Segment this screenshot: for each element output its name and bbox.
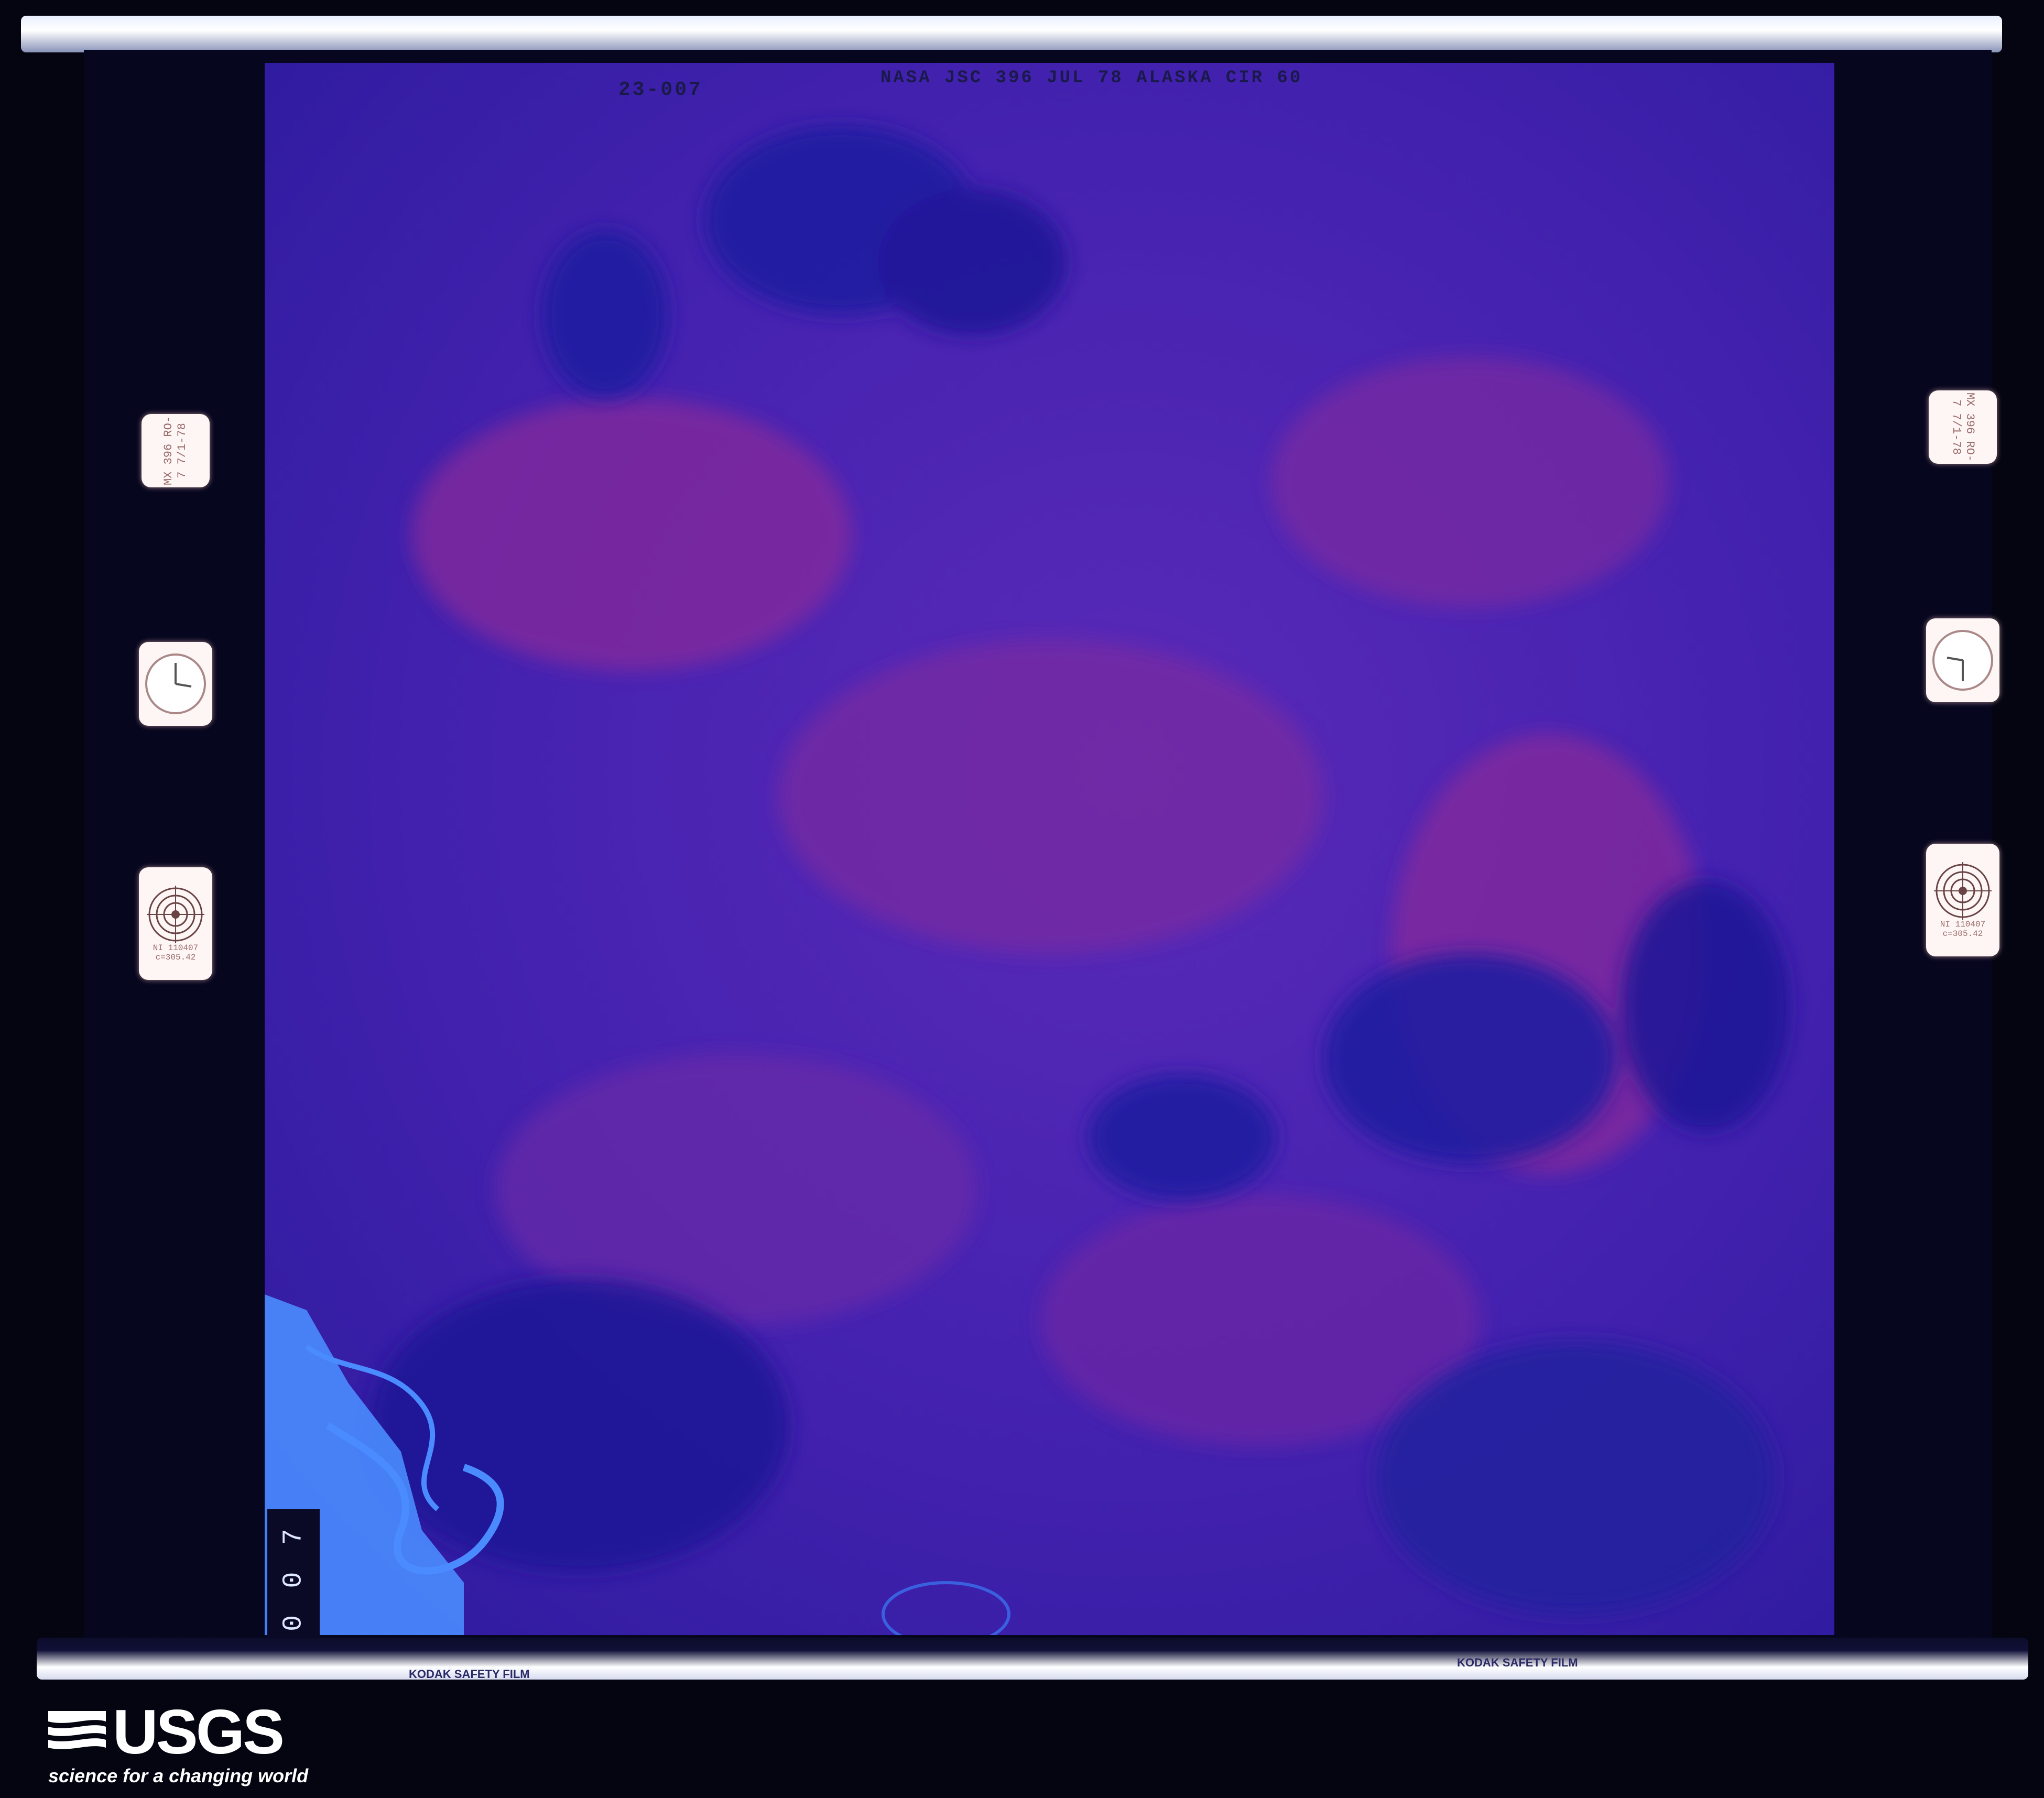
- frame-annotation: 23-007: [618, 79, 703, 101]
- right-clock-icon: [1926, 618, 1999, 702]
- left-clock-icon: [139, 642, 212, 726]
- right-lens-tag: NI 110407 c=305.42: [1926, 844, 1999, 956]
- usgs-tagline: science for a changing world: [48, 1765, 309, 1786]
- clock-icon: [145, 653, 206, 714]
- aerial-photo: [265, 63, 1834, 1635]
- frame-number: 0 0 7: [267, 1509, 320, 1646]
- film-brand-left: KODAK SAFETY FILM: [409, 1668, 530, 1681]
- usgs-logo-icon: [48, 1711, 106, 1749]
- mission-label: NASA JSC 396 JUL 78 ALASKA CIR 60: [880, 68, 1303, 88]
- film-edge-top: [21, 16, 2002, 52]
- target-icon: [147, 885, 204, 943]
- usgs-logo-text: USGS: [113, 1697, 285, 1767]
- right-id-tag: MX 396 RO-7 7/1-78: [1929, 390, 1997, 464]
- left-id-tag: MX 396 RO-7 7/1-78: [142, 414, 210, 487]
- right-lens-text: NI 110407 c=305.42: [1940, 919, 1986, 939]
- aerial-terrain-graphic: [265, 63, 1834, 1635]
- film-brand-right: KODAK SAFETY FILM: [1457, 1656, 1578, 1669]
- target-icon: [1934, 862, 1992, 920]
- film-edge-bottom: [37, 1638, 2028, 1680]
- clock-icon: [1932, 630, 1993, 691]
- left-lens-text: NI 110407 c=305.42: [153, 943, 199, 962]
- left-lens-tag: NI 110407 c=305.42: [139, 867, 212, 980]
